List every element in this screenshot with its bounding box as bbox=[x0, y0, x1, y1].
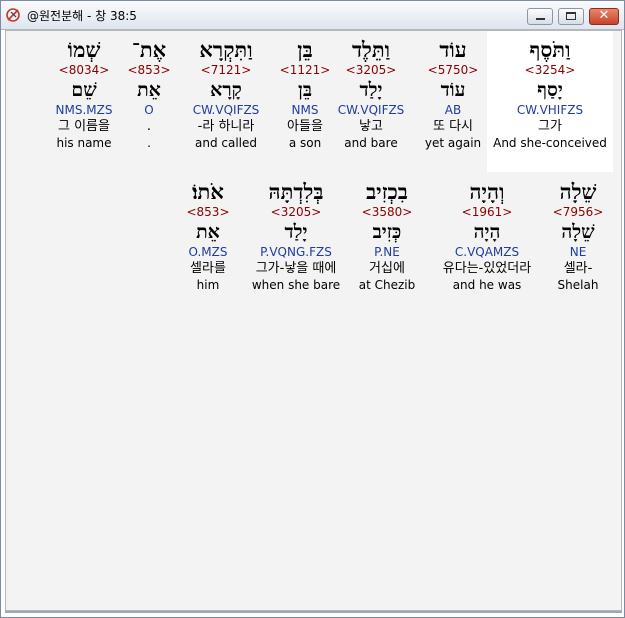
korean-gloss: 또 다시 bbox=[432, 119, 473, 134]
korean-gloss: 거십에 bbox=[369, 261, 405, 276]
word-block[interactable]: וְהָיָה <1961> הָיָה C.VQAMZS 유다는-있었더라 a… bbox=[428, 173, 546, 293]
analysis-panel[interactable]: וַתֹּסֶף <3254> יָסַף CW.VHIFZS 그가 And s… bbox=[5, 30, 622, 611]
strong-number[interactable]: <7121> bbox=[182, 63, 270, 78]
hebrew-word: שְׁמוֹ bbox=[67, 37, 101, 62]
word-block[interactable]: אֹתוֹ׃ <853> אֵת O.MZS 셀라를 him bbox=[178, 173, 238, 293]
strong-number[interactable]: <853> bbox=[124, 63, 174, 78]
word-block[interactable]: שֵׁלָה <7956> שֵׁלָה NE 셀라- Shelah bbox=[540, 173, 616, 293]
hebrew-root: שֵׁם bbox=[71, 79, 97, 101]
close-icon: ✕ bbox=[598, 8, 610, 23]
english-gloss: his name bbox=[56, 136, 112, 150]
hebrew-root: הָיָה bbox=[473, 221, 501, 243]
english-gloss: when she bare bbox=[251, 278, 341, 292]
word-block[interactable]: וַתֵּלֶד <3205> יָלַד CW.VQIFZS 낳고 and b… bbox=[328, 31, 414, 151]
korean-gloss: 셀라- bbox=[563, 261, 593, 276]
hebrew-word: עוֹד bbox=[439, 37, 467, 62]
parse-code: P.NE bbox=[374, 245, 400, 259]
korean-gloss: 그가 bbox=[538, 119, 562, 134]
maximize-button[interactable] bbox=[558, 8, 584, 25]
hebrew-root: בֵּן bbox=[298, 79, 312, 101]
minimize-button[interactable] bbox=[527, 8, 553, 25]
english-gloss: and bare bbox=[344, 136, 398, 150]
parse-code: NE bbox=[569, 245, 587, 259]
minimize-icon bbox=[536, 18, 545, 20]
english-gloss: And she-conceived bbox=[493, 136, 607, 150]
hebrew-word: שֵׁלָה bbox=[559, 179, 597, 204]
parse-code: CW.VQIFZS bbox=[337, 103, 405, 117]
word-block[interactable]: בֵּן <1121> בֵּן NMS 아들을 a son bbox=[270, 31, 340, 151]
strong-number[interactable]: <3205> bbox=[242, 205, 350, 220]
hebrew-root: קָרָא bbox=[210, 79, 242, 101]
word-block[interactable]: שְׁמוֹ <8034> שֵׁם NMS.MZS 그 이름을 his nam… bbox=[42, 31, 126, 151]
hebrew-word: וַתֵּלֶד bbox=[351, 37, 391, 62]
hebrew-word: אֶת־ bbox=[131, 37, 167, 62]
parse-code: NMS.MZS bbox=[55, 103, 113, 117]
hebrew-root: כְּזִיב bbox=[372, 221, 402, 243]
word-block[interactable]: אֶת־ <853> אֵת O . . bbox=[124, 31, 174, 151]
korean-gloss: 유다는-있었더라 bbox=[442, 261, 532, 276]
hebrew-word: בִכְזִיב bbox=[366, 179, 408, 204]
parse-code: AB bbox=[444, 103, 462, 117]
word-block[interactable]: בִכְזִיב <3580> כְּזִיב P.NE 거십에 at Chez… bbox=[350, 173, 424, 293]
hebrew-word: אֹתוֹ׃ bbox=[192, 179, 224, 204]
hebrew-word: בְּלִדְתָּהּ bbox=[268, 179, 324, 204]
word-block[interactable]: עוֹד <5750> עוֹד AB 또 다시 yet again bbox=[413, 31, 493, 151]
strong-number[interactable]: <853> bbox=[178, 205, 238, 220]
hebrew-root: אֵת bbox=[137, 79, 161, 101]
hebrew-word: וְהָיָה bbox=[469, 179, 505, 204]
parse-code: C.VQAMZS bbox=[454, 245, 520, 259]
hebrew-root: יָלַד bbox=[284, 221, 308, 243]
parse-code: O.MZS bbox=[188, 245, 228, 259]
hebrew-root: שֵׁלָה bbox=[561, 221, 595, 243]
strong-number[interactable]: <8034> bbox=[42, 63, 126, 78]
strong-number[interactable]: <5750> bbox=[413, 63, 493, 78]
app-window: @원전분해 - 창 38:5 ✕ וַתֹּסֶף <3254> יָסַף C… bbox=[0, 0, 625, 618]
hebrew-word: וַתֹּסֶף bbox=[529, 37, 571, 62]
hebrew-root: יָלַד bbox=[359, 79, 383, 101]
english-gloss: . bbox=[147, 136, 151, 150]
strong-number[interactable]: <3580> bbox=[350, 205, 424, 220]
strong-number[interactable]: <7956> bbox=[540, 205, 616, 220]
korean-gloss: 그 이름을 bbox=[58, 119, 110, 134]
english-gloss: at Chezib bbox=[358, 278, 416, 292]
word-block[interactable]: בְּלִדְתָּהּ <3205> יָלַד P.VQNG.FZS 그가-… bbox=[242, 173, 350, 293]
english-gloss: a son bbox=[288, 136, 322, 150]
parse-code: CW.VHIFZS bbox=[516, 103, 584, 117]
korean-gloss: . bbox=[146, 119, 152, 134]
hebrew-root: אֵת bbox=[196, 221, 220, 243]
english-gloss: Shelah bbox=[557, 278, 599, 292]
maximize-icon bbox=[566, 12, 576, 20]
hebrew-root: עוֹד bbox=[440, 79, 466, 101]
word-block[interactable]: וַתֹּסֶף <3254> יָסַף CW.VHIFZS 그가 And s… bbox=[487, 31, 613, 172]
hebrew-word: בֵּן bbox=[297, 37, 313, 62]
strong-number[interactable]: <1961> bbox=[428, 205, 546, 220]
english-gloss: and he was bbox=[452, 278, 522, 292]
window-bottom-edge bbox=[5, 611, 622, 613]
close-button[interactable]: ✕ bbox=[589, 8, 619, 25]
parse-code: O bbox=[144, 103, 154, 117]
strong-number[interactable]: <3205> bbox=[328, 63, 414, 78]
english-gloss: yet again bbox=[424, 136, 482, 150]
strong-number[interactable]: <3254> bbox=[487, 63, 613, 78]
english-gloss: him bbox=[196, 278, 220, 292]
strong-number[interactable]: <1121> bbox=[270, 63, 340, 78]
hebrew-word: וַתִּקְרָא bbox=[199, 37, 253, 62]
title-bar[interactable]: @원전분해 - 창 38:5 ✕ bbox=[1, 1, 624, 30]
korean-gloss: -라 하니라 bbox=[197, 119, 255, 134]
parse-code: P.VQNG.FZS bbox=[260, 245, 332, 259]
korean-gloss: 낳고 bbox=[359, 119, 383, 134]
window-title: @원전분해 - 창 38:5 bbox=[27, 9, 137, 23]
word-block[interactable]: וַתִּקְרָא <7121> קָרָא CW.VQIFZS -라 하니라… bbox=[182, 31, 270, 151]
english-gloss: and called bbox=[194, 136, 257, 150]
hebrew-root: יָסַף bbox=[537, 79, 563, 101]
korean-gloss: 그가-낳을 때에 bbox=[255, 261, 337, 276]
korean-gloss: 아들을 bbox=[287, 119, 323, 134]
app-icon bbox=[6, 8, 20, 22]
parse-code: CW.VQIFZS bbox=[192, 103, 260, 117]
korean-gloss: 셀라를 bbox=[190, 261, 226, 276]
parse-code: NMS bbox=[291, 103, 319, 117]
